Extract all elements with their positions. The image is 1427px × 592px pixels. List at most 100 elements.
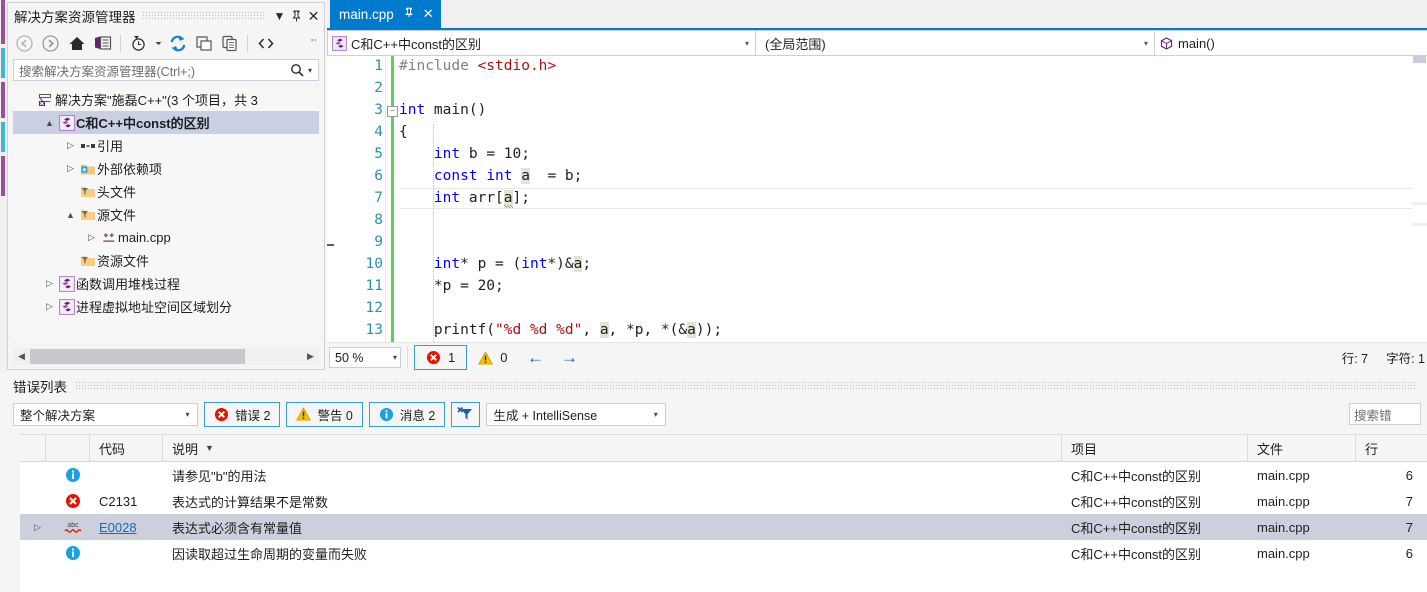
tree-item[interactable]: ▷ 外部依赖项	[13, 157, 319, 180]
error-list-rows: 请参见"b"的用法 C和C++中const的区别 main.cpp 6 C2131 表达式…	[20, 462, 1427, 566]
search-icon[interactable]	[288, 63, 305, 77]
code-editor-pane: main.cpp ✕ C和C++中const的区别 ▾ (全局范围) ▾ mai…	[327, 0, 1427, 372]
search-options-chevron-down-icon[interactable]: ▾	[305, 66, 315, 75]
properties-icon[interactable]	[217, 32, 242, 55]
tree-item[interactable]: 解决方案"施磊C++"(3 个项目，共 3	[13, 88, 319, 111]
zoom-level-combobox[interactable]: 50 % ▾	[329, 347, 401, 368]
home-icon[interactable]	[64, 32, 89, 55]
tree-twisty-icon[interactable]: ▲	[42, 118, 57, 128]
scroll-right-icon[interactable]: ▶	[302, 351, 319, 362]
row-description: 请参见"b"的用法	[172, 468, 267, 484]
tab-pin-icon[interactable]	[404, 7, 414, 21]
code-token: , *p, *(&	[608, 322, 688, 338]
line-number: 11	[365, 278, 383, 294]
editor-error-count-button[interactable]: 1	[414, 345, 468, 370]
method-icon	[1155, 36, 1178, 51]
tree-item[interactable]: ▷ 函数调用堆栈过程	[13, 272, 319, 295]
column-header-line[interactable]: 行	[1356, 435, 1427, 461]
toolbar-overflow-icon[interactable]: ''	[311, 38, 320, 49]
pending-changes-chevron-down-icon[interactable]	[152, 32, 164, 55]
tree-item[interactable]: ▲ C和C++中const的区别	[13, 111, 319, 134]
collapse-all-icon[interactable]	[191, 32, 216, 55]
errors-toggle-label: 错误 2	[235, 408, 271, 423]
vscroll-thumb[interactable]	[1413, 56, 1426, 63]
tree-item[interactable]: 资源文件	[13, 249, 319, 272]
back-icon[interactable]	[12, 32, 37, 55]
refresh-icon[interactable]	[165, 32, 190, 55]
tree-twisty-icon[interactable]: ▷	[63, 163, 78, 174]
panel-dropdown-icon[interactable]: ▼	[271, 7, 288, 25]
row-expander-icon[interactable]	[20, 488, 46, 514]
tree-twisty-icon[interactable]: ▷	[84, 232, 99, 243]
collapse-region-icon[interactable]: −	[387, 106, 398, 117]
tree-item[interactable]: ▷ main.cpp	[13, 226, 319, 249]
solution-explorer-search[interactable]: 搜索解决方案资源管理器(Ctrl+;) ▾	[13, 59, 319, 81]
search-input-placeholder[interactable]: 搜索解决方案资源管理器(Ctrl+;)	[19, 61, 288, 80]
tree-item-label: 外部依赖项	[97, 162, 163, 177]
column-header-code[interactable]: 代码	[90, 435, 163, 461]
tree-item[interactable]: ▷ 进程虚拟地址空间区域划分	[13, 295, 319, 318]
warnings-toggle-button[interactable]: 警告 0	[286, 401, 363, 427]
solution-explorer-hscrollbar[interactable]: ◀ ▶	[13, 348, 319, 365]
pending-changes-icon[interactable]	[126, 32, 151, 55]
navbar-project-chevron-down-icon[interactable]: ▾	[739, 39, 755, 48]
tree-twisty-icon[interactable]: ▷	[42, 278, 57, 289]
tree-item[interactable]: ▷ 引用	[13, 134, 319, 157]
code-text-area[interactable]: 1 #include <stdio.h> 2 3− int main() 4{5 int …	[327, 56, 1427, 343]
solution-view-icon[interactable]	[90, 32, 115, 55]
navbar-scope-chevron-down-icon[interactable]: ▾	[1138, 39, 1154, 48]
tab-main-cpp[interactable]: main.cpp ✕	[330, 0, 441, 28]
toolbar-separator-2	[247, 35, 248, 52]
editor-vertical-scrollbar[interactable]	[1412, 56, 1427, 343]
messages-toggle-button[interactable]: 消息 2	[368, 401, 446, 427]
table-row[interactable]: 因读取超过生命周期的变量而失败 C和C++中const的区别 main.cpp 6	[20, 540, 1427, 566]
clear-filter-icon	[457, 406, 473, 420]
clear-filter-button[interactable]	[451, 401, 481, 427]
table-row[interactable]: C2131 表达式的计算结果不是常数 C和C++中const的区别 main.cpp 7	[20, 488, 1427, 514]
zoom-chevron-down-icon[interactable]: ▾	[393, 353, 397, 362]
build-filter-chevron-down-icon[interactable]: ▾	[649, 410, 662, 419]
panel-close-icon[interactable]: ✕	[305, 7, 322, 25]
tree-item[interactable]: ▲ 源文件	[13, 203, 319, 226]
navbar-scope-label: (全局范围)	[765, 36, 826, 52]
editor-warning-count-button[interactable]: 0	[467, 346, 518, 369]
navbar-project-dropdown[interactable]: C和C++中const的区别 ▾	[327, 30, 756, 56]
code-token: int	[433, 190, 461, 206]
tree-twisty-icon[interactable]: ▷	[42, 301, 57, 312]
tree-item-label: 头文件	[97, 185, 137, 200]
tab-close-icon[interactable]: ✕	[423, 6, 434, 22]
next-error-arrow-icon[interactable]: →	[552, 348, 586, 368]
forward-icon[interactable]	[38, 32, 63, 55]
row-expander-icon[interactable]	[20, 462, 46, 488]
build-filter-combobox[interactable]: 生成 + IntelliSense ▾	[486, 402, 667, 426]
row-project: C和C++中const的区别	[1071, 494, 1202, 510]
row-expander-icon[interactable]: ▷	[20, 514, 46, 540]
scroll-left-icon[interactable]: ◀	[13, 351, 30, 362]
prev-error-arrow-icon[interactable]: ←	[518, 348, 552, 368]
warning-icon	[478, 350, 494, 365]
tree-item-label: 函数调用堆栈过程	[76, 277, 181, 292]
tree-item[interactable]: 头文件	[13, 180, 319, 203]
show-all-files-icon[interactable]	[253, 32, 278, 55]
scope-filter-chevron-down-icon[interactable]: ▾	[181, 410, 194, 419]
error-list-search-input[interactable]: 搜索错	[1349, 403, 1421, 425]
navbar-member-dropdown[interactable]: main()	[1154, 30, 1427, 56]
table-row[interactable]: 请参见"b"的用法 C和C++中const的区别 main.cpp 6	[20, 462, 1427, 488]
panel-pin-icon[interactable]	[288, 7, 305, 25]
tree-twisty-icon[interactable]: ▲	[63, 210, 78, 220]
visual-studio-window: 解决方案资源管理器 ▼ ✕ '' 搜索解决方案资源管理器(Ctrl+;) ▾ 解…	[0, 0, 1427, 592]
row-expander-icon[interactable]	[20, 540, 46, 566]
hscroll-track[interactable]	[30, 348, 302, 365]
code-token: int	[433, 256, 461, 272]
tree-twisty-icon[interactable]: ▷	[63, 140, 78, 151]
table-row[interactable]: ▷ abc E0028 表达式必须含有常量值 C和C++中const的区别 main.cp…	[20, 514, 1427, 540]
errors-toggle-button[interactable]: 错误 2	[204, 401, 281, 427]
column-header-file[interactable]: 文件	[1248, 435, 1356, 461]
hscroll-thumb[interactable]	[30, 349, 245, 364]
info-icon	[379, 407, 394, 422]
column-header-project[interactable]: 项目	[1062, 435, 1248, 461]
column-header-description[interactable]: 说明 ▼	[163, 435, 1062, 461]
scope-filter-combobox[interactable]: 整个解决方案 ▾	[13, 402, 198, 426]
navbar-scope-dropdown[interactable]: (全局范围) ▾	[755, 30, 1155, 56]
row-code[interactable]: E0028	[90, 514, 163, 540]
